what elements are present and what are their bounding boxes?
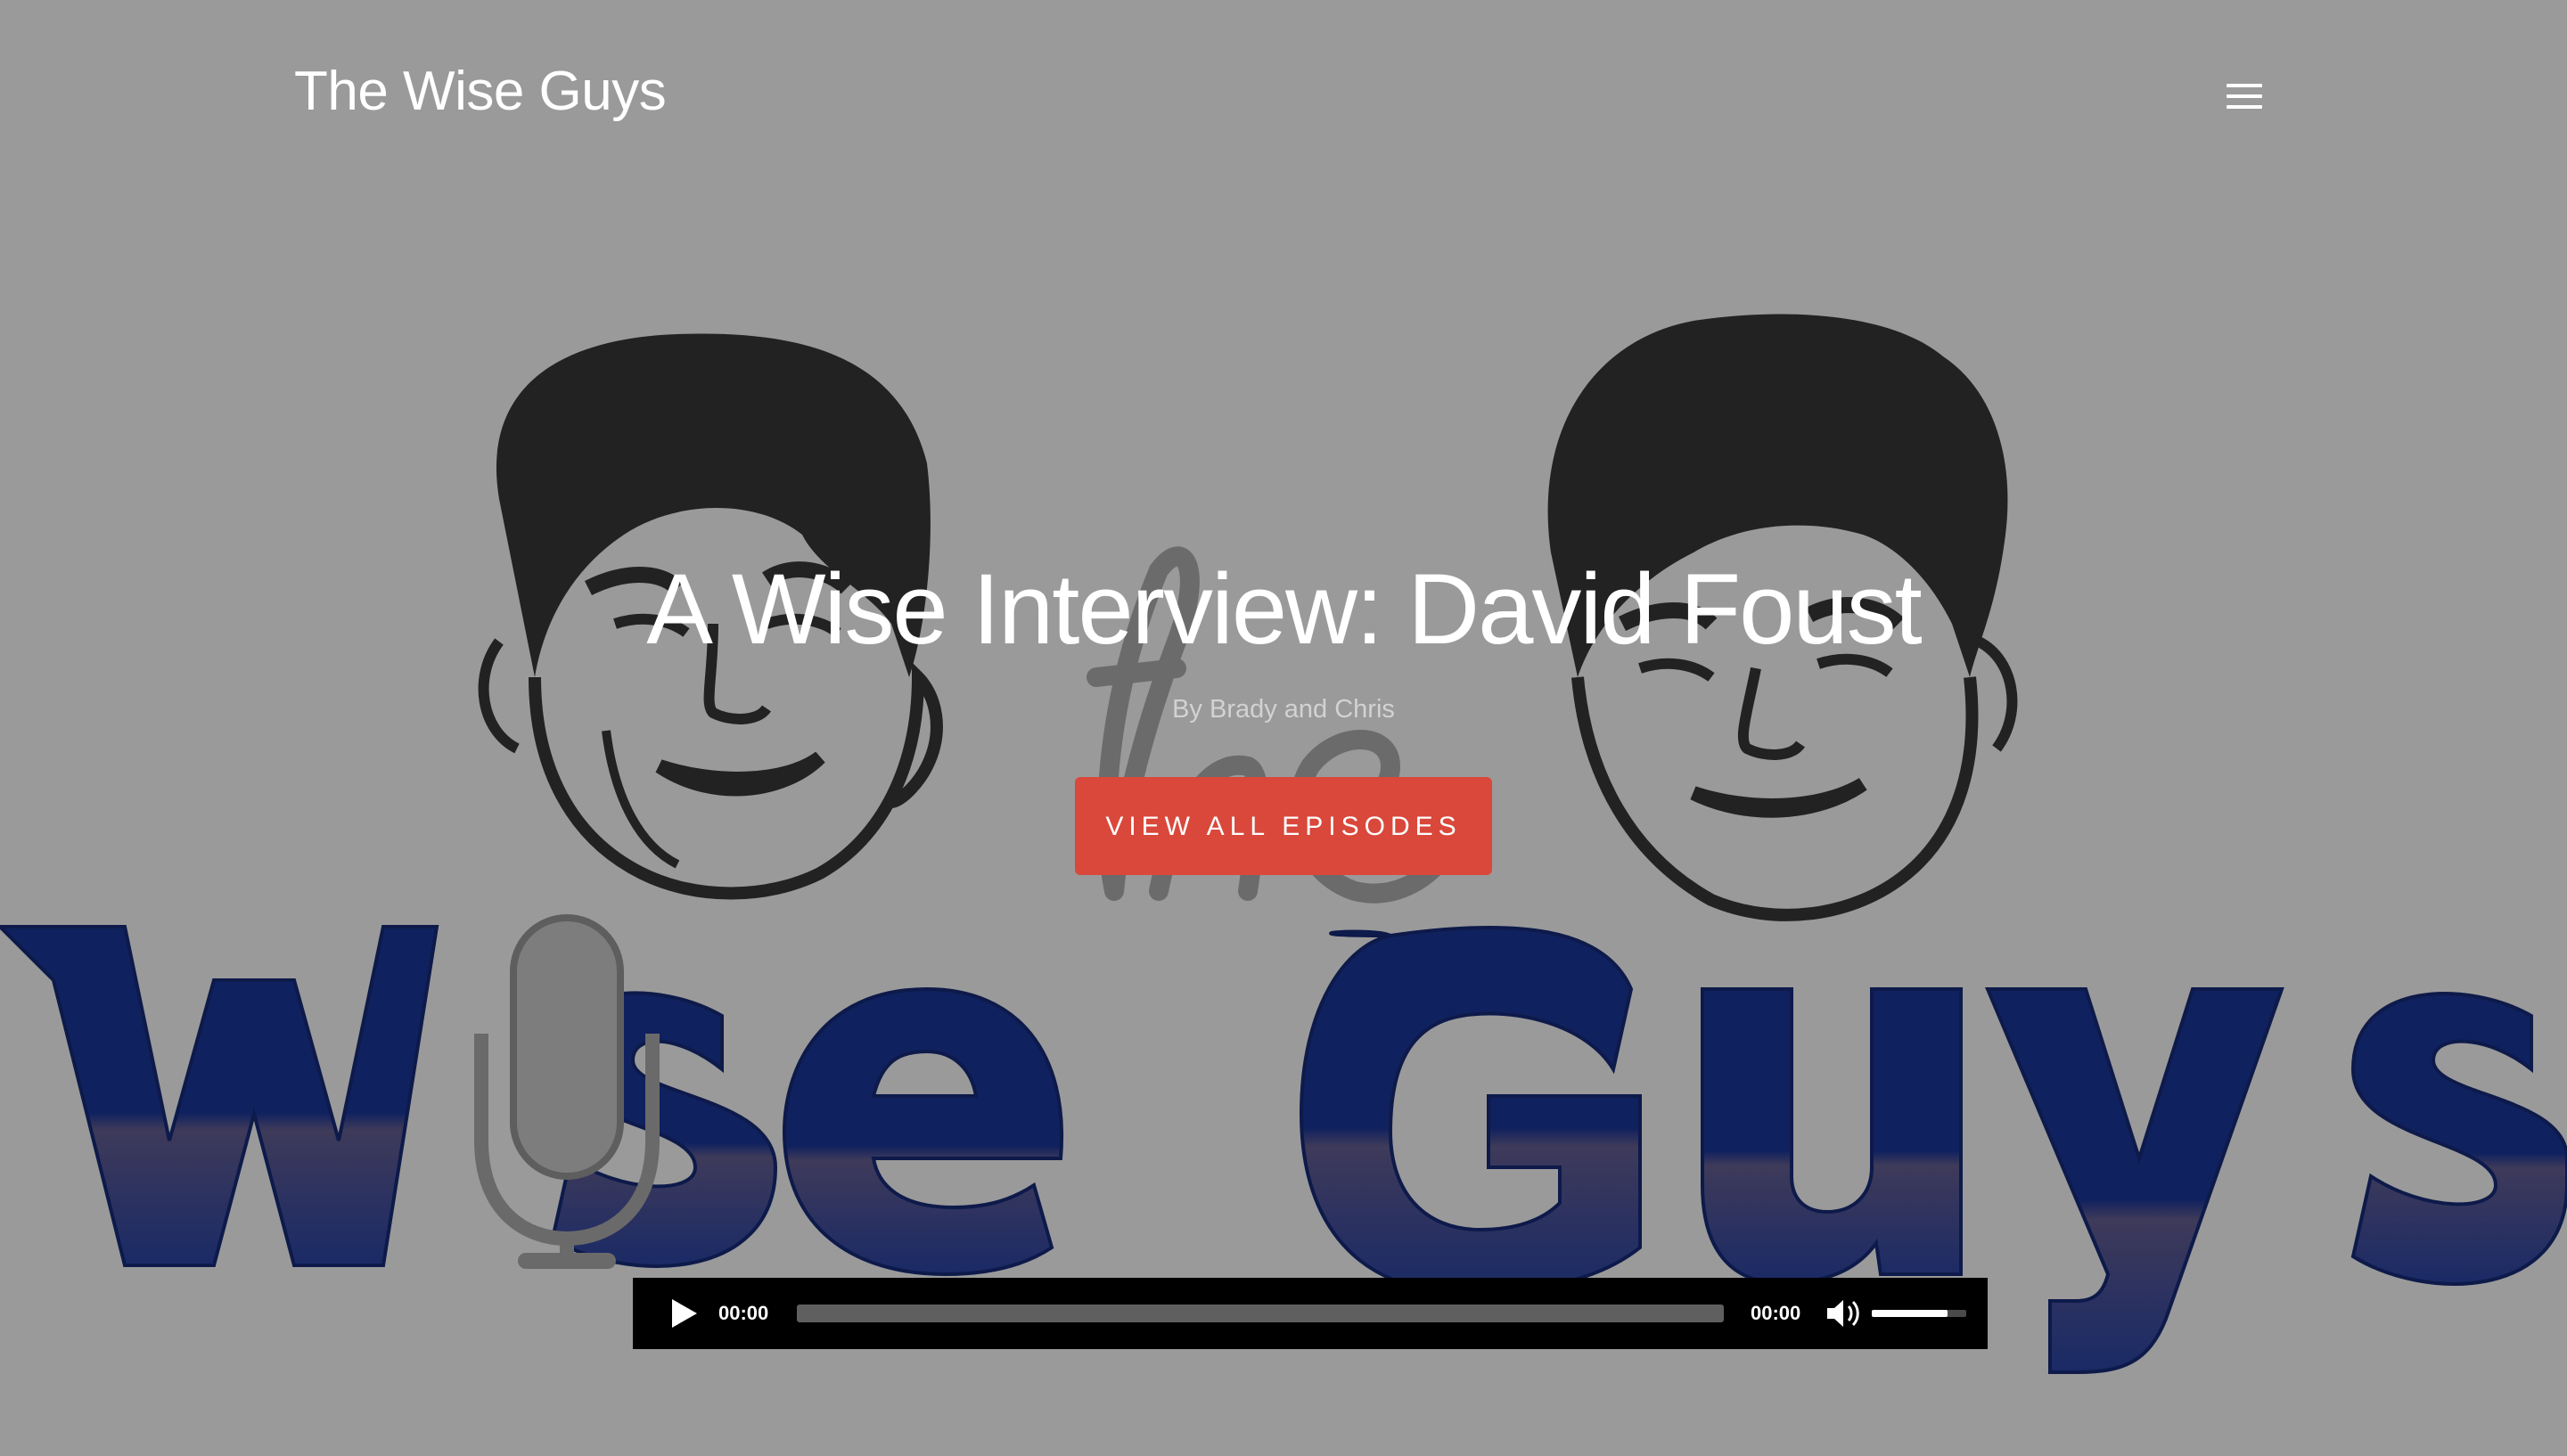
site-title[interactable]: The Wise Guys <box>294 64 667 119</box>
volume-slider[interactable] <box>1872 1310 1966 1317</box>
hamburger-menu-icon[interactable] <box>2223 80 2273 116</box>
episode-byline: By Brady and Chris <box>1172 695 1395 724</box>
current-time: 00:00 <box>718 1302 769 1324</box>
play-icon[interactable] <box>665 1296 701 1331</box>
progress-bar[interactable] <box>797 1305 1724 1322</box>
speaker-icon[interactable] <box>1824 1296 1863 1331</box>
menu-bar-line <box>2227 94 2262 98</box>
menu-bar-line <box>2227 105 2262 109</box>
view-all-episodes-button[interactable]: VIEW ALL EPISODES <box>1075 777 1492 875</box>
duration-time: 00:00 <box>1751 1302 1801 1324</box>
audio-player: 00:00 00:00 <box>633 1278 1988 1349</box>
page: The Wise Guys A Wise Interview: David Fo… <box>0 0 2567 1456</box>
episode-title: A Wise Interview: David Foust <box>646 553 1923 665</box>
hero-artwork <box>0 314 2567 1374</box>
menu-bar-line <box>2227 84 2262 87</box>
volume-fill <box>1872 1310 1948 1317</box>
